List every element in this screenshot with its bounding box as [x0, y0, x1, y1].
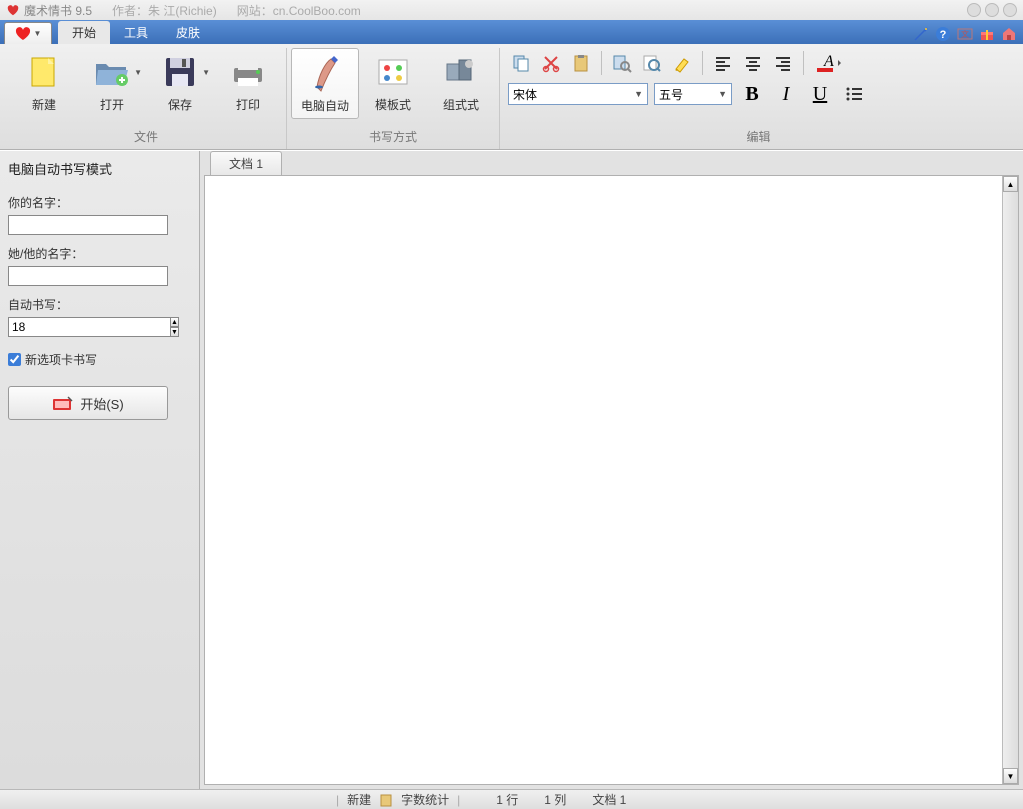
window-controls — [967, 3, 1017, 17]
her-name-label: 她/他的名字： — [8, 245, 191, 262]
document-tab-1[interactable]: 文档 1 — [210, 151, 282, 175]
document-tabs: 文档 1 — [200, 151, 1023, 175]
editor-zone: 文档 1 ▲ ▼ — [200, 151, 1023, 789]
status-new[interactable]: 新建 — [347, 791, 371, 808]
find-icon[interactable] — [609, 50, 635, 76]
app-menu-button[interactable]: ▼ — [4, 22, 52, 44]
menu-tab-start[interactable]: 开始 — [58, 21, 110, 44]
bold-button[interactable]: B — [738, 82, 766, 106]
lang-icon[interactable]: 文 — [957, 26, 973, 42]
help-icon[interactable]: ? — [935, 26, 951, 42]
font-family-select[interactable]: 宋体▼ — [508, 83, 648, 105]
ribbon-group-file: 新建 ▼ 打开 ▼ 保存 打印 — [6, 48, 287, 149]
your-name-input[interactable] — [8, 215, 168, 235]
status-row: 1 行 — [496, 791, 518, 808]
app-author: 作者：朱 江(Richie) — [112, 2, 217, 19]
maximize-button[interactable] — [985, 3, 999, 17]
app-title: 魔术情书 9.5 — [24, 2, 92, 19]
editor-container: ▲ ▼ — [204, 175, 1019, 785]
status-col: 1 列 — [544, 791, 566, 808]
tablet-icon — [52, 395, 74, 411]
close-button[interactable] — [1003, 3, 1017, 17]
your-name-label: 你的名字： — [8, 194, 191, 211]
status-wordcount[interactable]: 字数统计 — [401, 791, 449, 808]
gift-icon[interactable] — [979, 26, 995, 42]
app-icon — [6, 3, 20, 17]
main-area: 电脑自动书写模式 你的名字： 她/他的名字： 自动书写： ▲ ▼ 新选项卡书写 … — [0, 150, 1023, 789]
editor-canvas[interactable] — [205, 176, 1002, 784]
highlight-icon[interactable] — [669, 50, 695, 76]
auto-write-value[interactable] — [8, 317, 170, 337]
home-icon[interactable] — [1001, 26, 1017, 42]
vertical-scrollbar[interactable]: ▲ ▼ — [1002, 176, 1018, 784]
auto-write-spinner[interactable]: ▲ ▼ — [8, 317, 168, 337]
auto-write-label: 自动书写： — [8, 296, 191, 313]
wand-icon[interactable] — [913, 26, 929, 42]
print-button[interactable]: 打印 — [214, 48, 282, 117]
app-url: 网站：cn.CoolBoo.com — [237, 2, 361, 19]
italic-button[interactable]: I — [772, 82, 800, 106]
open-button[interactable]: ▼ 打开 — [78, 48, 146, 117]
minimize-button[interactable] — [967, 3, 981, 17]
template-write-button[interactable]: 模板式 — [359, 48, 427, 117]
group-label-file: 文件 — [134, 126, 158, 149]
sidebar: 电脑自动书写模式 你的名字： 她/他的名字： 自动书写： ▲ ▼ 新选项卡书写 … — [0, 151, 200, 789]
paste-icon[interactable] — [568, 50, 594, 76]
align-left-icon[interactable] — [710, 50, 736, 76]
sidebar-title: 电脑自动书写模式 — [8, 157, 191, 184]
status-doc: 文档 1 — [592, 791, 626, 808]
zoom-icon[interactable] — [639, 50, 665, 76]
svg-text:A: A — [823, 53, 834, 70]
statusbar: | 新建 字数统计 | 1 行 1 列 文档 1 — [0, 789, 1023, 809]
spin-down[interactable]: ▼ — [170, 327, 179, 337]
scroll-down-arrow[interactable]: ▼ — [1003, 768, 1018, 784]
notebook-icon — [379, 793, 393, 807]
svg-text:文: 文 — [961, 29, 969, 39]
align-center-icon[interactable] — [740, 50, 766, 76]
font-color-icon[interactable]: A — [811, 50, 845, 76]
underline-button[interactable]: U — [806, 82, 834, 106]
scroll-up-arrow[interactable]: ▲ — [1003, 176, 1018, 192]
ribbon-group-edit: A 宋体▼ 五号▼ B I U 编辑 — [500, 48, 1017, 149]
new-button[interactable]: 新建 — [10, 48, 78, 117]
new-tab-checkbox[interactable]: 新选项卡书写 — [8, 351, 191, 368]
align-right-icon[interactable] — [770, 50, 796, 76]
font-size-select[interactable]: 五号▼ — [654, 83, 732, 105]
ribbon: 新建 ▼ 打开 ▼ 保存 打印 — [0, 44, 1023, 150]
spin-up[interactable]: ▲ — [170, 317, 179, 327]
titlebar: 魔术情书 9.5 作者：朱 江(Richie) 网站：cn.CoolBoo.co… — [0, 0, 1023, 20]
bullet-list-button[interactable] — [840, 82, 868, 106]
her-name-input[interactable] — [8, 266, 168, 286]
ribbon-group-writemode: 电脑自动 模板式 组式式 书写方式 — [287, 48, 500, 149]
menubar: ▼ 开始 工具 皮肤 ? 文 — [0, 20, 1023, 44]
cut-icon[interactable] — [538, 50, 564, 76]
menu-tab-skin[interactable]: 皮肤 — [162, 21, 214, 44]
new-tab-checkbox-input[interactable] — [8, 353, 21, 366]
menu-tab-tools[interactable]: 工具 — [110, 21, 162, 44]
copy-icon[interactable] — [508, 50, 534, 76]
group-label-writemode: 书写方式 — [369, 126, 417, 149]
auto-write-button[interactable]: 电脑自动 — [291, 48, 359, 119]
group-write-button[interactable]: 组式式 — [427, 48, 495, 117]
group-label-edit: 编辑 — [746, 126, 770, 149]
start-button[interactable]: 开始(S) — [8, 386, 168, 420]
save-button[interactable]: ▼ 保存 — [146, 48, 214, 117]
svg-text:?: ? — [940, 29, 947, 41]
